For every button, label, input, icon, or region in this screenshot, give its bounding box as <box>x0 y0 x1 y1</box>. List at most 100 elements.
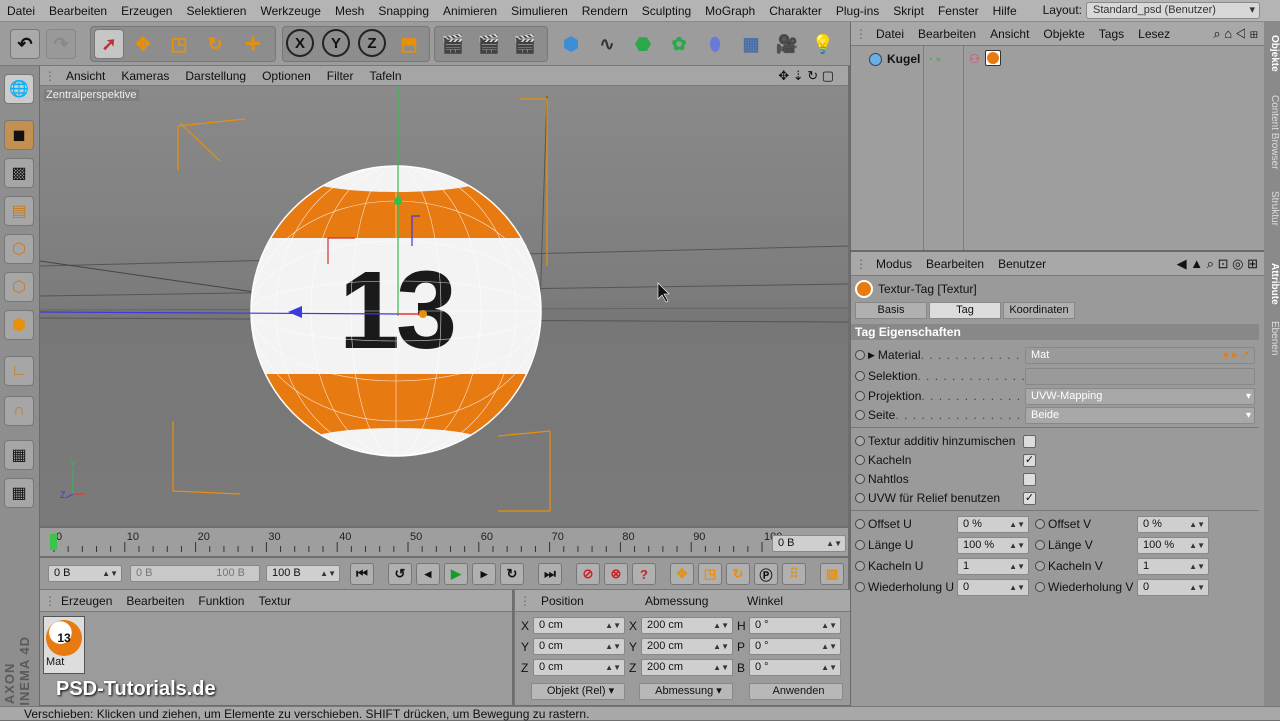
param-field[interactable]: 1 ▲▼ <box>1137 558 1209 575</box>
attr-nav-icons[interactable]: ◀ ▲ ⌕ ⊡ ◎ ⊞ <box>1177 256 1258 272</box>
x-axis-button[interactable]: X <box>286 29 314 57</box>
menu-charakter[interactable]: Charakter <box>762 4 829 18</box>
menu-hilfe[interactable]: Hilfe <box>986 4 1024 18</box>
polygons-mode-button[interactable]: ⬢ <box>4 310 34 340</box>
expand-arrow-icon[interactable]: ▶ <box>868 350 875 361</box>
menu-werkzeuge[interactable]: Werkzeuge <box>253 4 327 18</box>
axis-mode-button[interactable]: ∟ <box>4 356 34 386</box>
select-tool-button[interactable]: ➚ <box>94 29 124 59</box>
seite-select[interactable]: Beide ▾ <box>1025 407 1255 424</box>
cube-button[interactable]: ⬢ <box>556 29 586 59</box>
points-mode-button[interactable]: ⬡ <box>4 234 34 264</box>
light-button[interactable]: 💡 <box>808 29 838 59</box>
prev-frame-button[interactable]: ◂ <box>416 563 440 585</box>
object-menu-datei[interactable]: Datei <box>869 27 911 41</box>
anim-dot-icon[interactable] <box>855 540 865 550</box>
viewport-menu-ansicht[interactable]: Ansicht <box>58 69 113 83</box>
tab-basis[interactable]: Basis <box>855 302 927 319</box>
key-pla-button[interactable]: ⠿ <box>782 563 806 585</box>
position-field[interactable]: 0 cm ▲▼ <box>533 617 625 634</box>
side-tab-content-browser[interactable]: Content Browser <box>1264 84 1280 180</box>
timeline-playhead[interactable] <box>50 534 57 550</box>
play-button[interactable]: ▶ <box>444 563 468 585</box>
viewport[interactable]: 13 Y Z Zentralperspektive <box>40 86 848 526</box>
move-tool-button[interactable]: ✥ <box>128 29 158 59</box>
checkbox[interactable]: ✓ <box>1023 454 1036 467</box>
menu-plugins[interactable]: Plug-ins <box>829 4 886 18</box>
rotation-field[interactable]: 0 ° ▲▼ <box>749 659 841 676</box>
layout-select[interactable]: Standard_psd (Benutzer) ▾ <box>1086 2 1260 19</box>
material-menu-funktion[interactable]: Funktion <box>191 594 251 608</box>
material-link-field[interactable]: Mat ● ▸ ➚ <box>1025 347 1255 364</box>
checkbox[interactable] <box>1023 473 1036 486</box>
transform-tool-button[interactable]: ✛ <box>238 29 268 59</box>
menu-fenster[interactable]: Fenster <box>931 4 986 18</box>
snapping-button[interactable]: ∩ <box>4 396 34 426</box>
viewport-menu-darstellung[interactable]: Darstellung <box>177 69 254 83</box>
redo-button[interactable]: ↷ <box>46 29 76 59</box>
goto-end-button[interactable]: ⏭ <box>538 563 562 585</box>
projektion-select[interactable]: UVW-Mapping ▾ <box>1025 388 1255 405</box>
texture-tag-icon[interactable] <box>985 50 1001 66</box>
attr-menu-benutzer[interactable]: Benutzer <box>991 257 1053 271</box>
size-field[interactable]: 200 cm ▲▼ <box>641 659 733 676</box>
viewport-menu-tafeln[interactable]: Tafeln <box>361 69 409 83</box>
prev-key-button[interactable]: ↺ <box>388 563 412 585</box>
timeline-window-button[interactable]: ▥ <box>820 563 844 585</box>
param-field[interactable]: 0 ▲▼ <box>1137 579 1209 596</box>
tab-tag[interactable]: Tag <box>929 302 1001 319</box>
autokey-button[interactable]: ⊗ <box>604 563 628 585</box>
key-param-button[interactable]: Ⓟ <box>754 563 778 585</box>
floor-button[interactable]: ▦ <box>736 29 766 59</box>
position-field[interactable]: 0 cm ▲▼ <box>533 659 625 676</box>
menu-rendern[interactable]: Rendern <box>575 4 635 18</box>
anim-dot-icon[interactable] <box>855 493 865 503</box>
side-tab-attribute[interactable]: Attribute <box>1264 256 1280 312</box>
anim-dot-icon[interactable] <box>1035 561 1045 571</box>
menu-mesh[interactable]: Mesh <box>328 4 371 18</box>
texture-mode-button[interactable]: ▩ <box>4 158 34 188</box>
rotate-tool-button[interactable]: ↻ <box>200 29 230 59</box>
key-position-button[interactable]: ✥ <box>670 563 694 585</box>
subdivision-button[interactable]: ⬣ <box>628 29 658 59</box>
workplane-lock-button[interactable]: ▦ <box>4 440 34 470</box>
object-menu-tags[interactable]: Tags <box>1092 27 1131 41</box>
param-field[interactable]: 100 % ▲▼ <box>957 537 1029 554</box>
param-field[interactable]: 0 % ▲▼ <box>957 516 1029 533</box>
mograph-button[interactable]: ✿ <box>664 29 694 59</box>
frame-range-slider[interactable]: 0 B 100 B <box>130 565 260 582</box>
camera-button[interactable]: 🎥 <box>772 29 802 59</box>
key-rotation-button[interactable]: ↻ <box>726 563 750 585</box>
spline-button[interactable]: ∿ <box>592 29 622 59</box>
anim-dot-icon[interactable] <box>855 519 865 529</box>
phong-tag-icon[interactable]: ⚇ <box>969 52 980 66</box>
anim-dot-icon[interactable] <box>855 371 865 381</box>
object-menu-bearbeiten[interactable]: Bearbeiten <box>911 27 983 41</box>
anim-dot-icon[interactable] <box>855 410 865 420</box>
anim-dot-icon[interactable] <box>855 436 865 446</box>
object-menu-lesez[interactable]: Lesez <box>1131 27 1177 41</box>
keyframe-selection-button[interactable]: ? <box>632 563 656 585</box>
anim-dot-icon[interactable] <box>855 350 865 360</box>
side-tab-objekte[interactable]: Objekte <box>1264 28 1280 78</box>
size-field[interactable]: 200 cm ▲▼ <box>641 638 733 655</box>
menu-sculpting[interactable]: Sculpting <box>635 4 698 18</box>
viewport-menu-kameras[interactable]: Kameras <box>113 69 177 83</box>
next-frame-button[interactable]: ▸ <box>472 563 496 585</box>
anim-dot-icon[interactable] <box>1035 540 1045 550</box>
viewport-menu-filter[interactable]: Filter <box>319 69 362 83</box>
model-mode-button[interactable]: ◼ <box>4 120 34 150</box>
key-scale-button[interactable]: ◳ <box>698 563 722 585</box>
render-view-button[interactable]: 🎬 <box>438 29 468 59</box>
size-field[interactable]: 200 cm ▲▼ <box>641 617 733 634</box>
current-frame-field[interactable]: 0 B ▲▼ <box>772 535 846 552</box>
position-field[interactable]: 0 cm ▲▼ <box>533 638 625 655</box>
menu-mograph[interactable]: MoGraph <box>698 4 762 18</box>
rotation-field[interactable]: 0 ° ▲▼ <box>749 638 841 655</box>
start-frame-field[interactable]: 0 B ▲▼ <box>48 565 122 582</box>
attr-menu-bearbeiten[interactable]: Bearbeiten <box>919 257 991 271</box>
menu-animieren[interactable]: Animieren <box>436 4 504 18</box>
material-menu-textur[interactable]: Textur <box>251 594 298 608</box>
material-menu-bearbeiten[interactable]: Bearbeiten <box>119 594 191 608</box>
z-axis-button[interactable]: Z <box>358 29 386 57</box>
